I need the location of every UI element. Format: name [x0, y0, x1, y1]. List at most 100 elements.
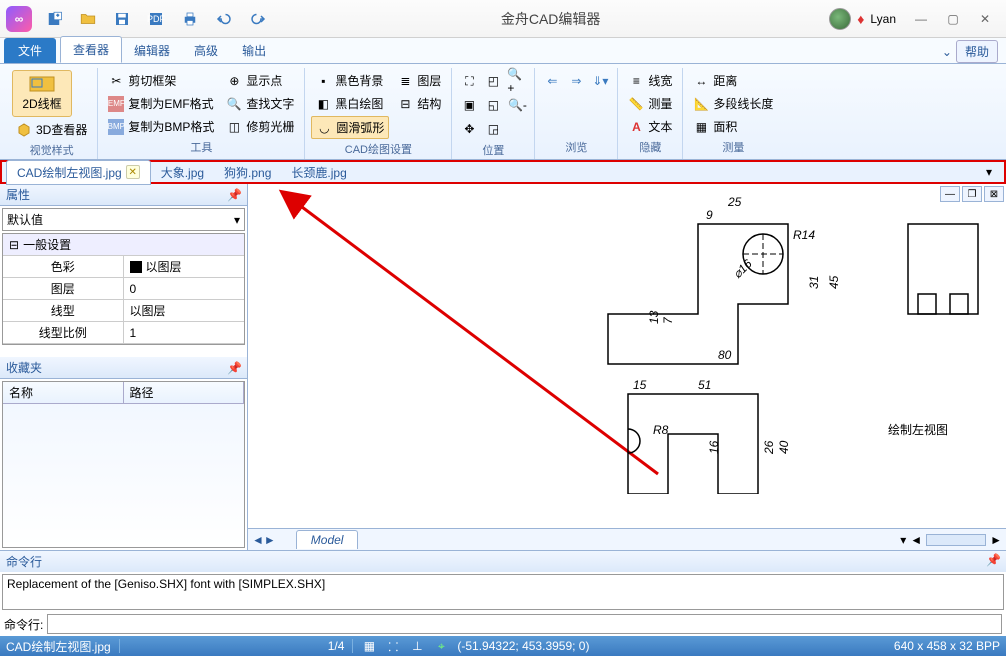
fav-col-path[interactable]: 路径 — [124, 382, 245, 403]
undo-icon[interactable] — [210, 5, 238, 33]
zoom-region-icon[interactable]: ◱ — [482, 94, 504, 116]
trim-raster-button[interactable]: ◫修剪光栅 — [222, 116, 298, 137]
minimize-button[interactable]: — — [906, 8, 936, 30]
properties-filter-dropdown[interactable]: 默认值▾ — [2, 208, 245, 231]
text-toggle-button[interactable]: A文本 — [624, 116, 676, 137]
clip-frame-button[interactable]: ✂剪切框架 — [104, 70, 218, 91]
help-button[interactable]: 帮助 — [956, 40, 998, 63]
model-tab[interactable]: Model — [296, 530, 359, 549]
snap-endpoint-icon[interactable]: ⸬ — [385, 638, 401, 654]
save-icon[interactable] — [108, 5, 136, 33]
avatar — [829, 8, 851, 30]
command-log[interactable]: Replacement of the [Geniso.SHX] font wit… — [2, 574, 1004, 610]
window-controls: — ▢ ✕ — [906, 8, 1000, 30]
show-point-button[interactable]: ⊕显示点 — [222, 70, 298, 91]
find-icon: 🔍 — [226, 96, 242, 112]
find-text-button[interactable]: 🔍查找文字 — [222, 93, 298, 114]
close-tab-icon[interactable]: ✕ — [126, 165, 140, 179]
scroll-left-icon[interactable]: ◄ — [910, 533, 922, 547]
polar-icon[interactable]: ⌖ — [433, 638, 449, 654]
zoom-window-icon[interactable]: ◰ — [482, 70, 504, 92]
status-filename: CAD绘制左视图.jpg — [6, 638, 111, 655]
area-button[interactable]: ▦面积 — [689, 116, 777, 137]
command-input[interactable] — [47, 614, 1002, 634]
group-general[interactable]: ⊟一般设置 — [3, 234, 244, 256]
lineweight-button[interactable]: ≡线宽 — [624, 70, 676, 91]
fit-icon[interactable]: ▣ — [458, 94, 480, 116]
area-icon: ▦ — [693, 119, 709, 135]
new-file-icon[interactable] — [40, 5, 68, 33]
nav-left-icon[interactable]: ⇐ — [541, 70, 563, 92]
open-folder-icon[interactable] — [74, 5, 102, 33]
crop-icon: ◫ — [226, 119, 242, 135]
favorites-header: 收藏夹 📌 — [0, 357, 247, 379]
fav-col-name[interactable]: 名称 — [3, 382, 124, 403]
prop-row-color[interactable]: 色彩以图层 — [3, 256, 244, 278]
save-pdf-icon[interactable]: PDF — [142, 5, 170, 33]
2d-wireframe-button[interactable]: 2D线框 — [12, 70, 72, 117]
doc-tab-3[interactable]: 长颈鹿.jpg — [281, 161, 356, 184]
prop-row-linetype[interactable]: 线型以图层 — [3, 300, 244, 322]
doc-tab-0[interactable]: CAD绘制左视图.jpg✕ — [6, 160, 151, 185]
snap-grid-icon[interactable]: ▦ — [361, 638, 377, 654]
pin-icon[interactable]: 📌 — [227, 361, 241, 375]
tab-output[interactable]: 输出 — [230, 38, 278, 63]
quick-access-toolbar: PDF — [40, 5, 272, 33]
zoom-scale-icon[interactable]: ◲ — [482, 118, 504, 140]
tab-nav-left-icon[interactable]: ◄ — [252, 533, 264, 547]
user-info[interactable]: ♦ Lyan — [829, 8, 896, 30]
layers-button[interactable]: ≣图层 — [393, 70, 445, 91]
zoom-in-icon[interactable]: 🔍+ — [506, 70, 528, 92]
tab-advanced[interactable]: 高级 — [182, 38, 230, 63]
scroll-right-icon[interactable]: ► — [990, 533, 1002, 547]
collapse-icon: ⊟ — [9, 238, 19, 252]
ribbon-collapse-icon[interactable]: ⌄ — [942, 45, 952, 59]
black-bg-icon: ▪ — [315, 73, 331, 89]
maximize-button[interactable]: ▢ — [938, 8, 968, 30]
measure-toggle-button[interactable]: 📏测量 — [624, 93, 676, 114]
svg-text:R8: R8 — [653, 423, 669, 437]
distance-button[interactable]: ↔距离 — [689, 70, 777, 91]
copy-bmp-button[interactable]: BMP复制为BMP格式 — [104, 116, 218, 137]
structure-button[interactable]: ⊟结构 — [393, 93, 445, 114]
copy-emf-button[interactable]: EMF复制为EMF格式 — [104, 93, 218, 114]
ortho-icon[interactable]: ⊥ — [409, 638, 425, 654]
prop-row-layer[interactable]: 图层0 — [3, 278, 244, 300]
print-icon[interactable] — [176, 5, 204, 33]
doc-tabs-menu-icon[interactable]: ▾ — [978, 161, 1000, 183]
status-dims: 640 x 458 x 32 BPP — [894, 639, 1000, 653]
drawing-canvas[interactable]: 25 9 R14 ⌀16 31 45 13 7 80 15 51 R8 16 2… — [248, 184, 1006, 528]
svg-text:51: 51 — [698, 378, 711, 392]
tab-viewer[interactable]: 查看器 — [60, 36, 122, 63]
pin-icon[interactable]: 📌 — [227, 188, 241, 202]
svg-text:31: 31 — [807, 276, 821, 289]
zoom-out-icon[interactable]: 🔍- — [506, 94, 528, 116]
tab-nav-right-icon[interactable]: ► — [264, 533, 276, 547]
nav-right-icon[interactable]: ⇒ — [565, 70, 587, 92]
prop-row-linescale[interactable]: 线型比例1 — [3, 322, 244, 344]
file-tab[interactable]: 文件 — [4, 38, 56, 63]
3d-viewer-button[interactable]: 3D查看器 — [12, 119, 91, 140]
nav-dropdown-icon[interactable]: ⇓▾ — [589, 70, 611, 92]
status-page: 1/4 — [328, 639, 345, 653]
scroll-track[interactable] — [926, 534, 986, 546]
color-swatch — [130, 261, 142, 273]
smooth-arc-button[interactable]: ◡圆滑弧形 — [311, 116, 389, 139]
tab-editor[interactable]: 编辑器 — [122, 38, 182, 63]
chevron-down-icon: ▾ — [234, 213, 240, 227]
redo-icon[interactable] — [244, 5, 272, 33]
doc-tab-1[interactable]: 大象.jpg — [151, 161, 214, 184]
polyline-length-button[interactable]: 📐多段线长度 — [689, 93, 777, 114]
pin-icon[interactable]: 📌 — [986, 553, 1000, 567]
close-button[interactable]: ✕ — [970, 8, 1000, 30]
black-bg-button[interactable]: ▪黑色背景 — [311, 70, 389, 91]
pan-icon[interactable]: ✥ — [458, 118, 480, 140]
tab-menu-icon[interactable]: ▾ — [900, 533, 906, 547]
ruler-icon: 📏 — [628, 96, 644, 112]
zoom-extents-icon[interactable]: ⛶ — [458, 70, 480, 92]
doc-tab-2[interactable]: 狗狗.png — [214, 161, 281, 184]
group-cad-settings-label: CAD绘图设置 — [311, 139, 445, 159]
command-header: 命令行 📌 — [0, 551, 1006, 572]
bw-draw-button[interactable]: ◧黑白绘图 — [311, 93, 389, 114]
ribbon-tab-strip: 文件 查看器 编辑器 高级 输出 ⌄ 帮助 — [0, 38, 1006, 64]
